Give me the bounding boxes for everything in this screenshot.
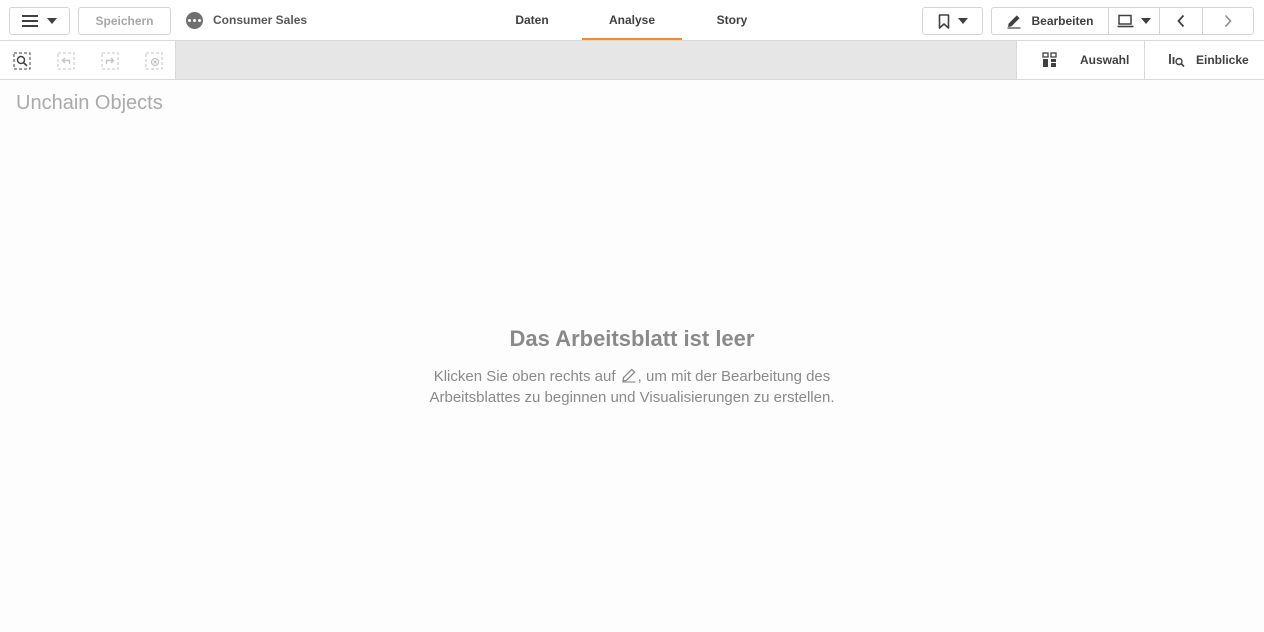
selections-label: Auswahl [1080,53,1130,67]
empty-sheet-title: Das Arbeitsblatt ist leer [509,326,755,351]
bookmark-button[interactable] [922,7,983,35]
selections-grid-icon [1042,52,1057,67]
app-options-icon[interactable] [186,12,203,29]
selection-tools [0,41,176,79]
sheet-title: Unchain Objects [16,92,163,114]
device-view-button[interactable] [1109,8,1160,34]
smart-search-icon [13,52,31,70]
edit-button[interactable]: Bearbeiten [992,8,1109,34]
clear-selections-icon [145,52,163,70]
save-button[interactable]: Speichern [78,7,171,35]
tab-daten[interactable]: Daten [492,0,572,40]
top-bar: Speichern Consumer Sales Daten Analyse S… [0,0,1264,41]
app-name[interactable]: Consumer Sales [213,13,307,27]
edit-button-group: Bearbeiten [991,7,1254,35]
tab-story[interactable]: Story [692,0,772,40]
empty-sheet-description: Klicken Sie oben rechts auf , um mit der… [422,366,842,408]
step-forward-icon [101,52,119,70]
empty-desc-before: Klicken Sie oben rechts auf [433,368,616,385]
edit-button-label: Bearbeiten [1031,14,1094,28]
bookmark-icon [938,13,949,29]
assets-panel-toggles: Auswahl Einblicke [1016,41,1264,79]
chevron-left-icon [1177,14,1185,28]
menu-icon [22,15,38,27]
selection-toolbar: Auswahl Einblicke [0,41,1264,80]
global-menu-button[interactable] [9,7,70,35]
caret-down-icon [47,18,57,24]
smart-search-button[interactable] [13,52,31,70]
step-back-button[interactable] [57,52,75,70]
caret-down-icon [957,18,968,24]
caret-down-icon [1141,18,1151,24]
selections-button[interactable]: Auswahl [1017,41,1145,79]
pencil-icon [1007,15,1021,29]
chevron-right-icon [1224,14,1232,28]
insights-button[interactable]: Einblicke [1145,41,1264,79]
next-sheet-button[interactable] [1203,8,1253,34]
tab-analyse[interactable]: Analyse [582,0,682,40]
previous-sheet-button[interactable] [1160,8,1203,34]
device-icon [1117,14,1134,28]
clear-selections-button[interactable] [145,52,163,70]
insights-label: Einblicke [1196,53,1249,67]
step-forward-button[interactable] [101,52,119,70]
pencil-icon [621,368,636,383]
step-back-icon [57,52,75,70]
insights-icon [1169,54,1185,68]
